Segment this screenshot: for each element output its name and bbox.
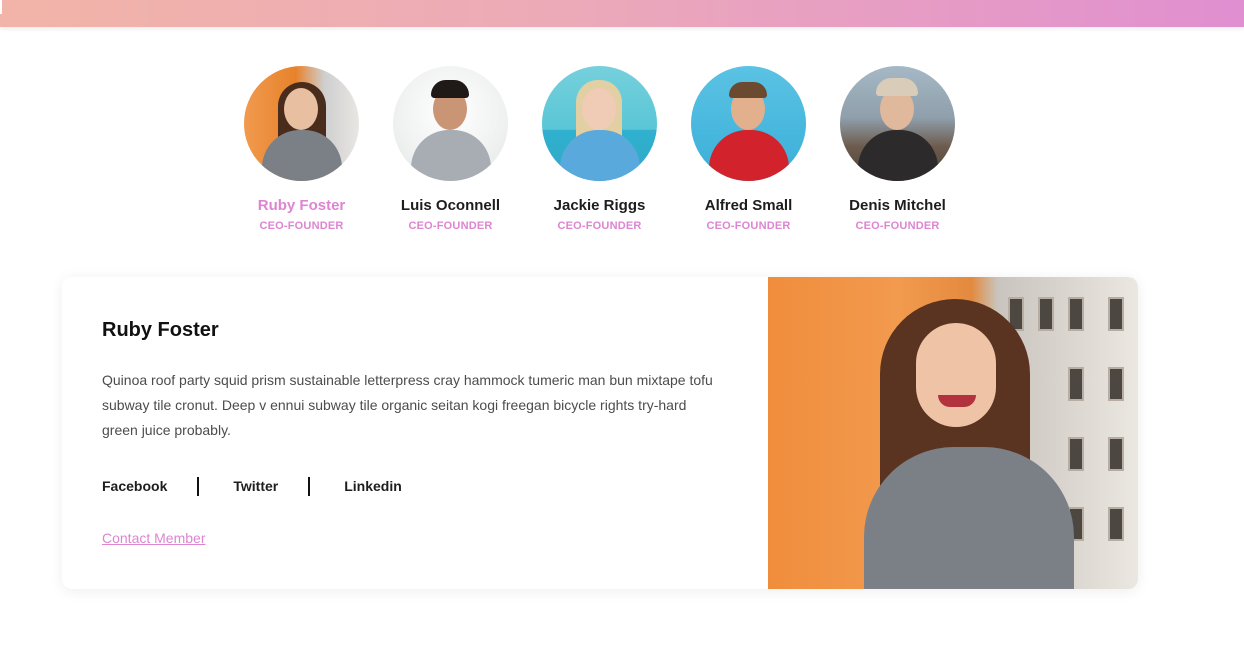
avatar[interactable] xyxy=(393,66,508,181)
profile-photo xyxy=(768,277,1138,589)
avatar[interactable] xyxy=(542,66,657,181)
contact-member-link[interactable]: Contact Member xyxy=(102,530,205,546)
profile-name: Ruby Foster xyxy=(102,319,219,341)
header-edge xyxy=(0,0,2,14)
divider xyxy=(197,476,200,496)
member-role: CEO-FOUNDER xyxy=(855,220,940,232)
team-member-denis-mitchel[interactable]: Denis Mitchel CEO-FOUNDER xyxy=(823,66,972,233)
member-name: Denis Mitchel xyxy=(849,197,946,214)
avatar[interactable] xyxy=(244,66,359,181)
team-member-jackie-riggs[interactable]: Jackie Riggs CEO-FOUNDER xyxy=(525,66,674,233)
member-role: CEO-FOUNDER xyxy=(259,220,344,232)
team-member-luis-oconnell[interactable]: Luis Oconnell CEO-FOUNDER xyxy=(376,66,525,233)
profile-details: Ruby Foster Quinoa roof party squid pris… xyxy=(102,317,722,548)
linkedin-link[interactable]: Linkedin xyxy=(344,478,402,494)
member-role: CEO-FOUNDER xyxy=(557,220,642,232)
member-name: Ruby Foster xyxy=(257,197,346,214)
twitter-link[interactable]: Twitter xyxy=(233,478,278,494)
social-links: Facebook Twitter Linkedin xyxy=(102,476,722,496)
member-role: CEO-FOUNDER xyxy=(706,220,791,232)
avatar[interactable] xyxy=(840,66,955,181)
member-role: CEO-FOUNDER xyxy=(408,220,493,232)
team-member-alfred-small[interactable]: Alfred Small CEO-FOUNDER xyxy=(674,66,823,233)
member-name: Jackie Riggs xyxy=(553,197,646,214)
team-member-ruby-foster[interactable]: Ruby Foster CEO-FOUNDER xyxy=(227,66,376,233)
profile-bio: Quinoa roof party squid prism sustainabl… xyxy=(102,372,713,438)
member-name: Alfred Small xyxy=(704,197,793,214)
divider xyxy=(308,476,311,496)
avatar[interactable] xyxy=(691,66,806,181)
team-members-row: Ruby Foster CEO-FOUNDER Luis Oconnell CE… xyxy=(227,66,973,246)
member-profile-card: Ruby Foster Quinoa roof party squid pris… xyxy=(62,277,1138,589)
facebook-link[interactable]: Facebook xyxy=(102,478,167,494)
member-name: Luis Oconnell xyxy=(400,197,501,214)
top-header-bar xyxy=(0,0,1244,27)
